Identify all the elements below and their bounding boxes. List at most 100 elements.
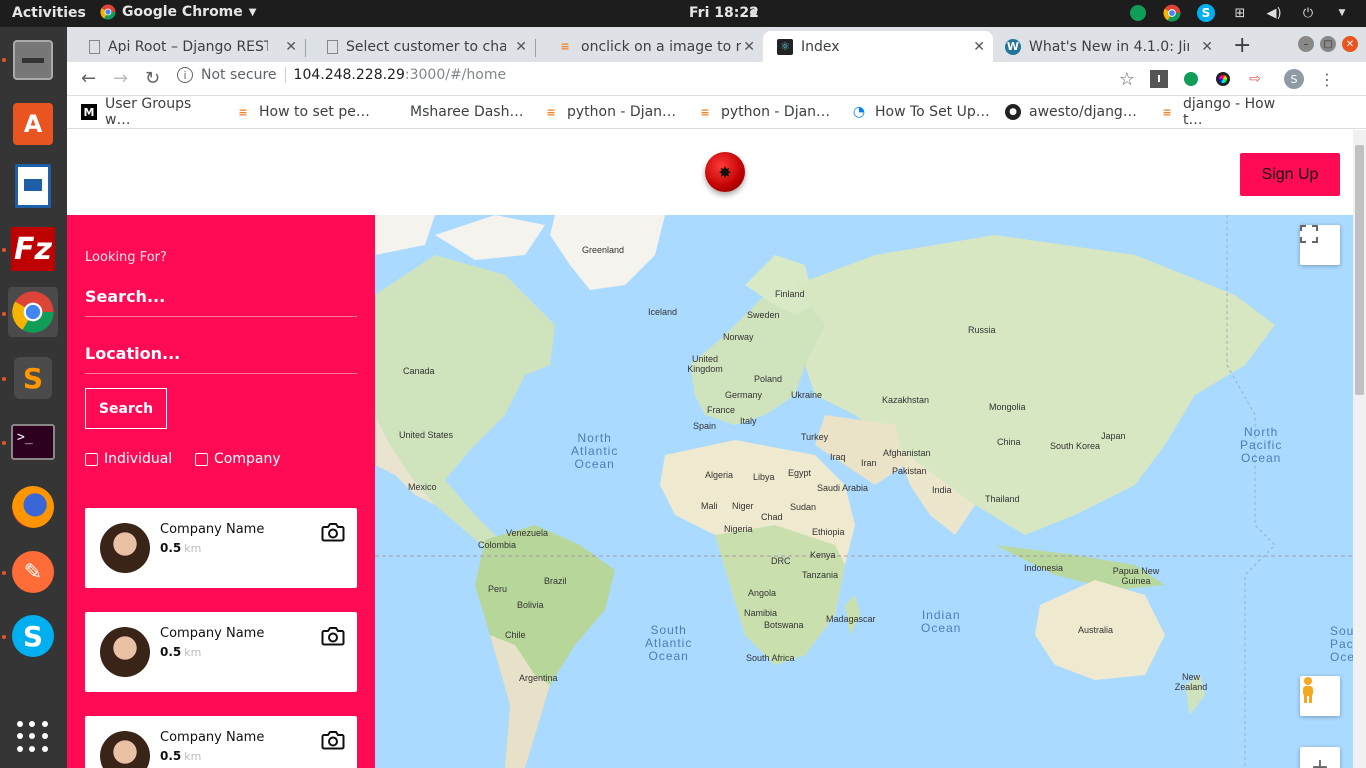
tab-onclick-image[interactable]: ≡ onclick on a image to na ✕	[535, 31, 763, 62]
bookmark-item[interactable]: ≡ django - How t…	[1159, 96, 1299, 128]
power-icon[interactable]: ⏻	[1298, 3, 1318, 23]
bookmark-item[interactable]: ≡ How to set pe…	[235, 104, 375, 120]
map-label: Madagascar	[826, 614, 876, 624]
hangouts-icon[interactable]	[1128, 3, 1148, 23]
world-map[interactable]: Greenland Finland Iceland Sweden Norway …	[375, 215, 1353, 768]
bookmark-label: User Groups w…	[105, 96, 192, 128]
os-top-panel: Activities Google Chrome ▼ Fri 18:22 S ⊞…	[0, 0, 1366, 27]
filezilla-launcher[interactable]: Fz	[8, 224, 58, 274]
search-input[interactable]: Search...	[85, 287, 357, 317]
software-center-launcher[interactable]: A	[8, 99, 58, 149]
result-card[interactable]: Company Name 0.5 km	[85, 716, 357, 768]
fullscreen-icon	[1300, 225, 1318, 243]
close-icon[interactable]: ✕	[743, 39, 755, 55]
terminal-launcher[interactable]: >_	[8, 417, 58, 467]
minimize-button[interactable]: –	[1298, 36, 1314, 52]
sublime-launcher[interactable]: S	[8, 353, 58, 403]
bookmark-item[interactable]: Msharee Dash…	[389, 104, 529, 120]
close-icon[interactable]: ✕	[515, 39, 527, 55]
street-view-pegman[interactable]	[1300, 676, 1340, 716]
back-arrow-icon[interactable]: ←	[81, 68, 96, 89]
chrome-launcher[interactable]	[8, 287, 58, 337]
map-label: Indonesia	[1024, 563, 1064, 573]
map-label: Chad	[761, 512, 783, 522]
tab-title: Select customer to chan	[346, 38, 506, 55]
camera-icon[interactable]	[321, 730, 345, 750]
postman-launcher[interactable]: ✎	[8, 547, 58, 597]
files-launcher[interactable]	[8, 35, 58, 85]
menu-kebab-icon[interactable]: ⋮	[1318, 70, 1336, 89]
chrome-tray-icon[interactable]	[1162, 3, 1182, 23]
clock[interactable]: Fri 18:22	[689, 5, 759, 21]
close-icon[interactable]: ✕	[973, 39, 985, 55]
shopping-bag-icon: A	[13, 103, 53, 145]
sign-up-button[interactable]: Sign Up	[1240, 153, 1340, 196]
writer-launcher[interactable]	[8, 161, 58, 211]
ocean-label: South Pacific Ocean	[1330, 624, 1353, 664]
map-label: Sudan	[790, 502, 817, 512]
firefox-launcher[interactable]	[8, 482, 58, 532]
close-window-button[interactable]: ✕	[1342, 36, 1358, 52]
result-card[interactable]: Company Name 0.5 km	[85, 508, 357, 588]
distance-value: 0.5	[160, 749, 182, 763]
bookmark-item[interactable]: ◔ How To Set Up…	[851, 104, 991, 120]
grid-icon	[17, 721, 49, 753]
company-checkbox[interactable]: Company	[195, 451, 281, 467]
forward-arrow-icon[interactable]: →	[113, 68, 128, 89]
map-label: Algeria	[705, 470, 734, 480]
skype-tray-icon[interactable]: S	[1196, 3, 1216, 23]
page-scrollbar[interactable]	[1353, 130, 1366, 768]
profile-avatar[interactable]: S	[1284, 69, 1304, 89]
bookmark-item[interactable]: ● awesto/djang…	[1005, 104, 1145, 120]
location-input[interactable]: Location...	[85, 344, 357, 374]
distance-value: 0.5	[160, 645, 182, 659]
network-icon[interactable]: ⊞	[1230, 3, 1250, 23]
tab-jira[interactable]: W What's New in 4.1.0: Jira ✕	[993, 31, 1221, 62]
star-icon[interactable]: ☆	[1118, 69, 1136, 90]
camera-icon[interactable]	[321, 626, 345, 646]
bookmark-item[interactable]: ≡ python - Djan…	[543, 104, 683, 120]
volume-icon[interactable]: ◀)	[1264, 3, 1284, 23]
close-icon[interactable]: ✕	[285, 39, 297, 55]
hangouts-extension-icon[interactable]	[1182, 70, 1200, 88]
address-bar[interactable]: i Not secure 104.248.228.29 :3000/#/home	[177, 67, 506, 83]
scrollbar-thumb[interactable]	[1355, 145, 1364, 395]
share-extension-icon[interactable]: ⇨	[1246, 70, 1264, 88]
extension-i-icon[interactable]: I	[1150, 70, 1168, 88]
fullscreen-button[interactable]	[1300, 225, 1340, 265]
tab-select-customer[interactable]: Select customer to chan ✕	[305, 31, 535, 62]
reload-icon[interactable]: ↻	[145, 68, 160, 89]
chevron-down-icon[interactable]: ▼	[1332, 3, 1352, 23]
tab-title: What's New in 4.1.0: Jira	[1029, 38, 1189, 55]
activities-button[interactable]: Activities	[12, 5, 86, 21]
tab-title: onclick on a image to na	[581, 38, 741, 55]
distance-value: 0.5	[160, 541, 182, 555]
result-card[interactable]: Company Name 0.5 km	[85, 612, 357, 692]
page-icon	[89, 39, 100, 54]
app-menu[interactable]: Google Chrome ▼	[100, 4, 256, 20]
camera-icon[interactable]	[321, 522, 345, 542]
new-tab-button[interactable]: +	[1233, 33, 1251, 58]
close-icon[interactable]: ✕	[1201, 39, 1213, 55]
checkbox-box[interactable]	[85, 452, 98, 466]
color-picker-icon[interactable]	[1214, 70, 1232, 88]
bookmark-item[interactable]: M User Groups w…	[81, 96, 221, 128]
map-label: Ethiopia	[812, 527, 845, 537]
map-label: Niger	[732, 501, 754, 511]
not-secure-label: Not secure	[201, 67, 277, 83]
maximize-button[interactable]: □	[1320, 36, 1336, 52]
skype-launcher[interactable]: S	[8, 611, 58, 661]
tab-api-root[interactable]: Api Root – Django REST f ✕	[67, 31, 305, 62]
search-button[interactable]: Search	[85, 388, 167, 429]
zoom-in-button[interactable]: +	[1300, 747, 1340, 768]
running-indicator	[2, 248, 6, 252]
tab-index[interactable]: ⚛ Index ✕	[763, 31, 993, 62]
checkbox-box[interactable]	[195, 452, 208, 466]
individual-checkbox[interactable]: Individual	[85, 451, 172, 467]
window-controls: – □ ✕	[1298, 36, 1358, 52]
site-logo[interactable]: ✸	[705, 152, 745, 192]
show-apps-launcher[interactable]	[8, 712, 58, 762]
info-icon[interactable]: i	[177, 67, 193, 83]
map-label: United States	[399, 430, 454, 440]
bookmark-item[interactable]: ≡ python - Djan…	[697, 104, 837, 120]
